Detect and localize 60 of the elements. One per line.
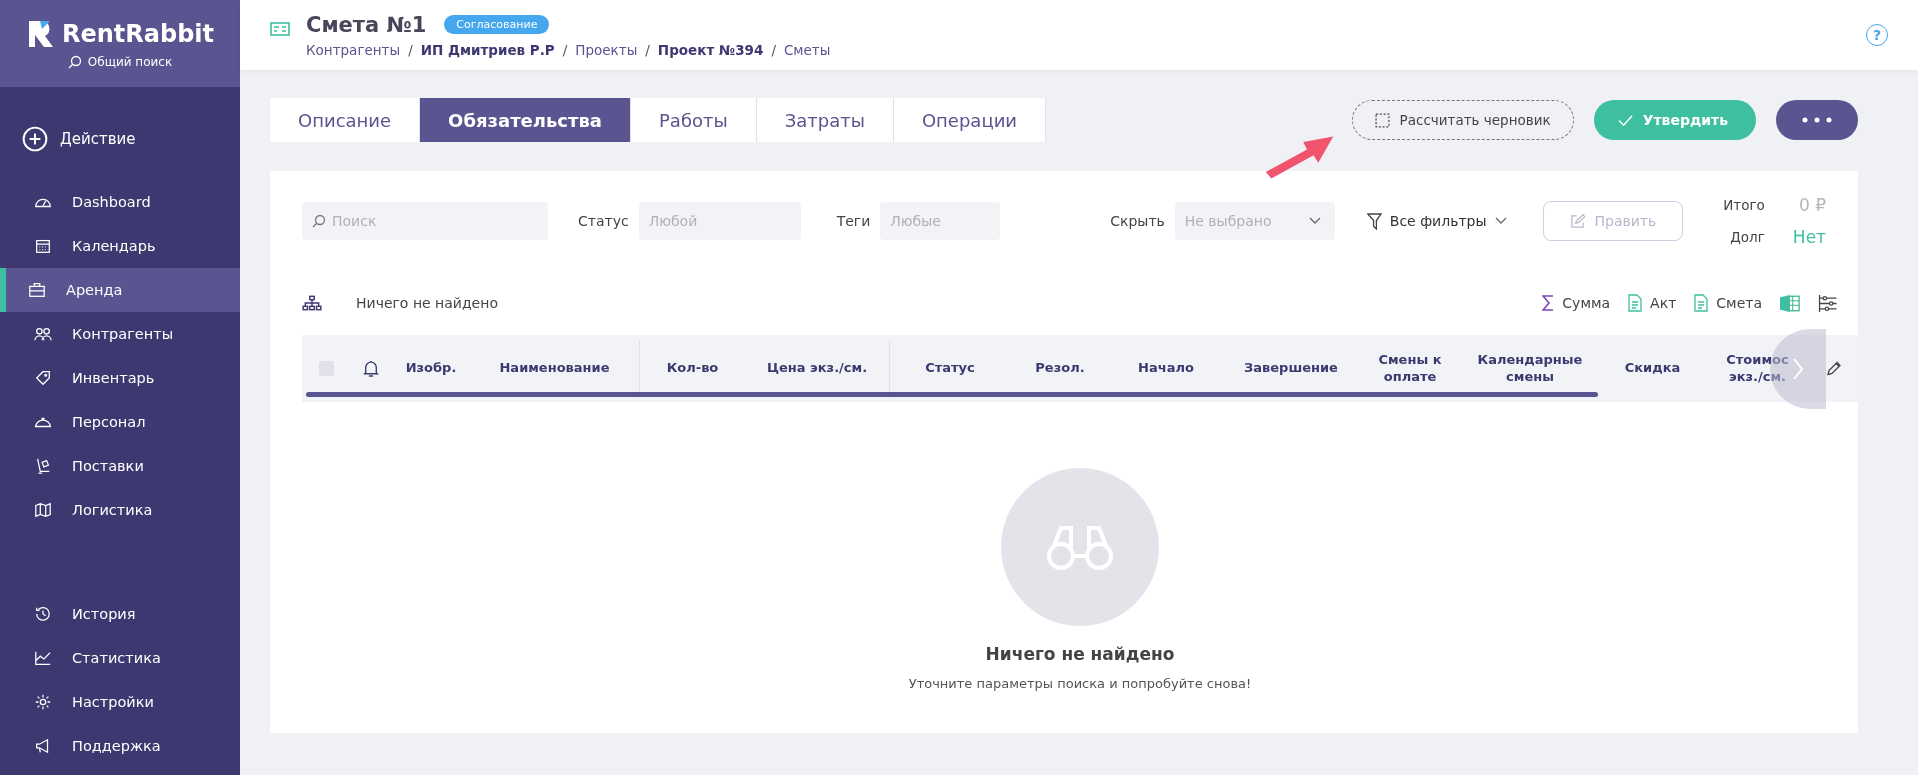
total-label: Долг: [1729, 229, 1765, 245]
breadcrumb-link[interactable]: ИП Дмитриев Р.Р: [420, 41, 555, 58]
tab[interactable]: Обязательства: [420, 98, 631, 142]
tab[interactable]: Операции: [893, 98, 1047, 142]
column-header[interactable]: Стоимос экз./см.: [1705, 351, 1810, 386]
column-header[interactable]: Наименование: [495, 360, 614, 377]
column-header[interactable]: Начало: [1134, 360, 1198, 377]
nav-item[interactable]: Статистика: [0, 636, 240, 680]
empty-hint: Уточните параметры поиска и попробуйте снова!: [908, 676, 1252, 691]
column-header[interactable]: Изобр.: [401, 360, 461, 377]
nav-item[interactable]: Инвентарь: [0, 356, 240, 400]
tab[interactable]: Затраты: [756, 98, 894, 142]
total-value: 0 ₽: [1797, 195, 1826, 215]
breadcrumb-separator: /: [408, 41, 413, 58]
total-label: Итого: [1723, 197, 1765, 213]
nav-item[interactable]: Dashboard: [0, 180, 240, 224]
column-header[interactable]: Кол-во: [662, 360, 723, 377]
breadcrumb-link[interactable]: Проект №394: [657, 41, 764, 58]
toolbar-link[interactable]: Смета: [1694, 294, 1762, 312]
tags-field[interactable]: Любые: [880, 202, 1001, 240]
column-header[interactable]: Смены к оплате: [1360, 351, 1460, 386]
all-filters-button[interactable]: Все фильтры: [1366, 212, 1507, 230]
search-field[interactable]: Поиск: [302, 202, 548, 240]
empty-title: Ничего не найдено: [985, 644, 1175, 664]
status-field[interactable]: Любой: [638, 202, 801, 240]
breadcrumb-link[interactable]: Сметы: [783, 41, 831, 58]
global-search[interactable]: Общий поиск: [67, 54, 173, 69]
result-text: Ничего не найдено: [356, 295, 498, 311]
nav-item[interactable]: Настройки: [0, 680, 240, 724]
status-badge: Согласование: [444, 15, 550, 34]
nav-item[interactable]: Поставки: [0, 444, 240, 488]
nav-item[interactable]: Логистика: [0, 488, 240, 532]
column-header[interactable]: Цена экз./см.: [762, 360, 872, 377]
column-header[interactable]: Резол.: [1031, 360, 1089, 377]
column-header[interactable]: Календарные смены: [1460, 351, 1600, 386]
logo-text: RentRabbit: [61, 19, 215, 48]
nav-item[interactable]: История: [0, 592, 240, 636]
column-header[interactable]: Завершение: [1240, 360, 1342, 377]
field-label: Статус: [578, 213, 629, 229]
nav-item[interactable]: Аренда: [0, 268, 240, 312]
breadcrumb-separator: /: [771, 41, 776, 58]
nav-item[interactable]: Поддержка: [0, 724, 240, 768]
breadcrumb-link[interactable]: Проекты: [575, 41, 638, 58]
breadcrumb-link[interactable]: Контрагенты: [306, 41, 401, 58]
action-button[interactable]: Действие: [0, 117, 240, 161]
hide-dropdown[interactable]: Не выбрано: [1174, 202, 1335, 240]
column-header[interactable]: Статус: [921, 360, 979, 377]
breadcrumb-separator: /: [562, 41, 568, 58]
field-label: Теги: [836, 213, 871, 229]
field-label: Скрыть: [1110, 213, 1165, 229]
nav-item[interactable]: Персонал: [0, 400, 240, 444]
toolbar-link[interactable]: Акт: [1628, 294, 1677, 312]
total-value: Нет: [1792, 227, 1826, 247]
nav-item[interactable]: Контрагенты: [0, 312, 240, 356]
breadcrumb-separator: /: [645, 41, 650, 58]
tab[interactable]: Работы: [631, 98, 757, 142]
page-title: Смета №1: [306, 12, 427, 37]
column-header[interactable]: Скидка: [1620, 360, 1685, 377]
nav-item[interactable]: Календарь: [0, 224, 240, 268]
toolbar-link[interactable]: Сумма: [1542, 295, 1611, 311]
